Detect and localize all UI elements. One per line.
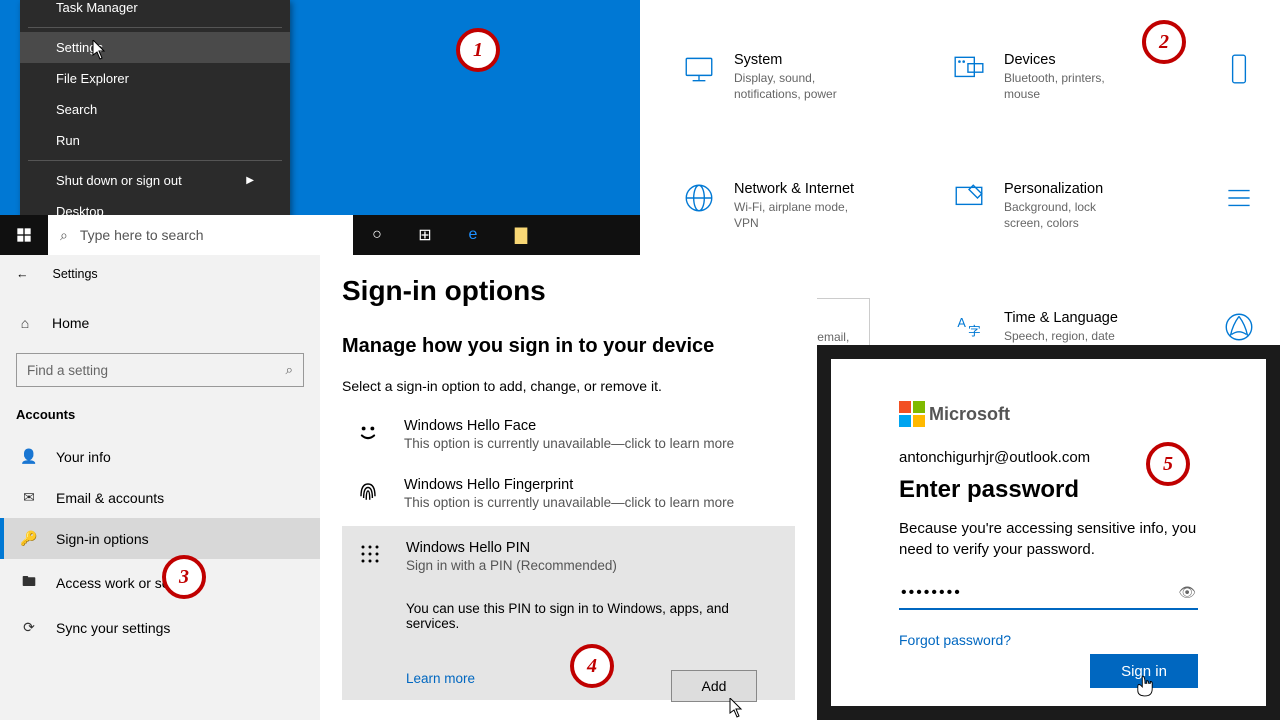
fingerprint-icon	[354, 477, 382, 505]
apps-icon	[1222, 181, 1256, 215]
sidebar-home[interactable]: ⌂ Home	[0, 305, 320, 341]
microsoft-signin-dialog: Microsoft antonchigurhjr@outlook.com Ent…	[817, 345, 1280, 720]
key-icon: 🔑	[20, 530, 38, 547]
ctx-item-shutdown[interactable]: Shut down or sign out▶	[20, 165, 290, 196]
ctx-separator	[28, 160, 282, 161]
desktop-with-context-menu: Task Manager Settings File Explorer Sear…	[0, 0, 640, 255]
globe-icon	[682, 181, 716, 215]
gaming-icon	[1222, 310, 1256, 344]
settings-back[interactable]: ← Settings	[0, 261, 320, 287]
option-hello-fingerprint[interactable]: Windows Hello FingerprintThis option is …	[342, 467, 795, 520]
ms-card: Microsoft antonchigurhjr@outlook.com Ent…	[831, 359, 1266, 706]
ctx-item-task-manager[interactable]: Task Manager	[20, 0, 290, 23]
step-badge-1: 1	[456, 28, 500, 72]
search-icon: ⌕	[285, 362, 293, 378]
settings-signin-window: ← Settings ⌂ Home Find a setting ⌕ Accou…	[0, 255, 817, 720]
option-hello-face[interactable]: Windows Hello FaceThis option is current…	[342, 408, 795, 461]
step-badge-4: 4	[570, 644, 614, 688]
category-phone[interactable]	[1210, 40, 1280, 114]
taskbar-taskview-icon[interactable]: ⊞	[401, 215, 449, 255]
microsoft-logo: Microsoft	[899, 401, 1198, 427]
settings-main-pane: Sign-in options Manage how you sign in t…	[320, 255, 817, 720]
person-icon: 👤	[20, 448, 38, 465]
category-apps[interactable]	[1210, 169, 1280, 243]
start-button[interactable]	[0, 215, 48, 255]
sidebar-section-header: Accounts	[0, 407, 320, 436]
pin-keypad-icon	[356, 540, 384, 568]
category-personalization[interactable]: PersonalizationBackground, lock screen, …	[940, 169, 1140, 243]
phone-icon	[1222, 52, 1256, 86]
svg-text:A: A	[957, 315, 966, 330]
mail-icon: ✉	[20, 489, 38, 506]
step-badge-3: 3	[162, 555, 206, 599]
sidebar-search[interactable]: Find a setting ⌕	[16, 353, 304, 387]
sidebar-item-your-info[interactable]: 👤Your info	[0, 436, 320, 477]
taskbar-edge-icon[interactable]: e	[449, 215, 497, 255]
svg-text:字: 字	[968, 324, 981, 339]
sync-icon: ⟳	[20, 619, 38, 636]
step-badge-2: 2	[1142, 20, 1186, 64]
briefcase-icon: 🖿	[20, 571, 38, 595]
personalization-icon	[952, 181, 986, 215]
home-icon: ⌂	[16, 315, 34, 331]
sidebar-item-signin-options[interactable]: 🔑Sign-in options	[0, 518, 320, 559]
settings-title: Settings	[53, 267, 98, 281]
taskbar-explorer-icon[interactable]: ▇	[497, 215, 545, 255]
option-pin-extra: You can use this PIN to sign in to Windo…	[406, 601, 781, 631]
search-icon: ⌕	[60, 227, 68, 244]
dialog-message: Because you're accessing sensitive info,…	[899, 518, 1198, 560]
taskbar: ⌕ Type here to search ○ ⊞ e ▇	[0, 215, 640, 255]
system-icon	[682, 52, 716, 86]
category-network[interactable]: Network & InternetWi-Fi, airplane mode, …	[670, 169, 870, 243]
password-input[interactable]	[899, 578, 1198, 610]
ctx-item-file-explorer[interactable]: File Explorer	[20, 63, 290, 94]
face-icon	[354, 418, 382, 446]
forgot-password-link[interactable]: Forgot password?	[899, 632, 1011, 648]
add-button[interactable]: Add	[671, 670, 757, 702]
back-arrow-icon: ←	[16, 267, 29, 281]
reveal-password-icon[interactable]: 👁	[1178, 584, 1196, 601]
section-heading: Manage how you sign in to your device	[342, 335, 795, 358]
devices-icon	[952, 52, 986, 86]
category-system[interactable]: SystemDisplay, sound, notifications, pow…	[670, 40, 870, 114]
sidebar-item-email[interactable]: ✉Email & accounts	[0, 477, 320, 518]
chevron-right-icon: ▶	[246, 175, 254, 186]
microsoft-squares-icon	[899, 401, 925, 427]
time-language-icon: A字	[952, 310, 986, 344]
ctx-separator	[28, 27, 282, 28]
section-hint: Select a sign-in option to add, change, …	[342, 378, 795, 394]
sidebar-item-work-school[interactable]: 🖿Access work or school	[0, 559, 320, 607]
taskbar-search[interactable]: ⌕ Type here to search	[48, 215, 353, 255]
taskbar-search-placeholder: Type here to search	[80, 227, 204, 243]
signin-button[interactable]: Sign in	[1090, 654, 1198, 688]
ctx-item-settings[interactable]: Settings	[20, 32, 290, 63]
settings-sidebar: ← Settings ⌂ Home Find a setting ⌕ Accou…	[0, 255, 320, 720]
ctx-item-run[interactable]: Run	[20, 125, 290, 156]
taskbar-cortana-icon[interactable]: ○	[353, 215, 401, 255]
page-title: Sign-in options	[342, 275, 795, 307]
step-badge-5: 5	[1146, 442, 1190, 486]
ctx-item-search[interactable]: Search	[20, 94, 290, 125]
sidebar-item-sync[interactable]: ⟳Sync your settings	[0, 607, 320, 648]
winx-context-menu: Task Manager Settings File Explorer Sear…	[20, 0, 290, 227]
sidebar-search-placeholder: Find a setting	[27, 363, 108, 378]
category-devices[interactable]: DevicesBluetooth, printers, mouse	[940, 40, 1140, 114]
